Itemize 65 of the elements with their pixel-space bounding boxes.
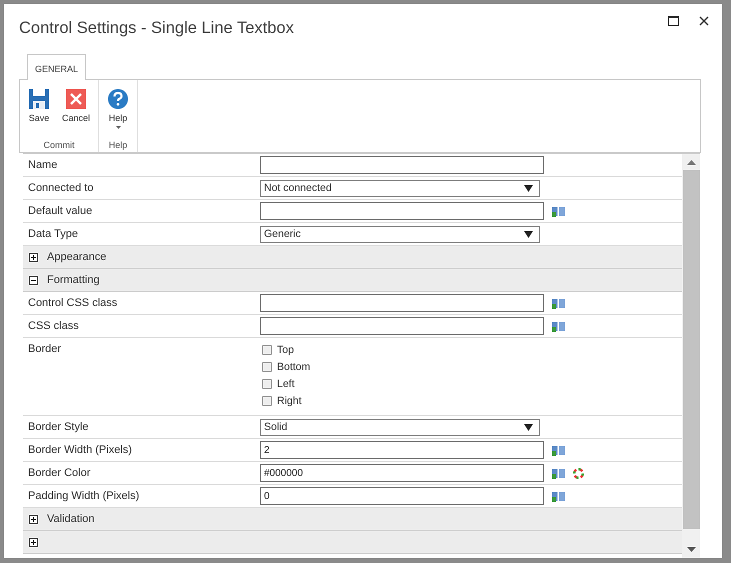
scrollbar[interactable] — [682, 154, 700, 558]
checkbox[interactable] — [262, 396, 272, 406]
section-title: Formatting — [47, 274, 100, 286]
window-title: Control Settings - Single Line Textbox — [19, 19, 295, 38]
group-label: Commit — [44, 140, 74, 152]
dropdown-field[interactable]: Not connected — [260, 180, 540, 196]
field-label: Border — [27, 342, 62, 357]
help-button[interactable]: Help — [103, 88, 134, 129]
group-label: Help — [108, 140, 128, 152]
field-label: Border Width (Pixels) — [27, 443, 133, 458]
field-label: CSS class — [27, 319, 80, 334]
dropdown-arrow-icon — [524, 230, 533, 238]
book-icon[interactable] — [552, 298, 565, 308]
checkbox[interactable] — [262, 379, 272, 389]
dropdown-arrow-icon — [524, 184, 533, 192]
text-field[interactable] — [260, 317, 544, 335]
expander-icon[interactable] — [29, 276, 38, 284]
maximize-icon[interactable] — [668, 16, 679, 26]
field-label: Connected to — [27, 181, 94, 196]
text-field[interactable] — [260, 294, 544, 312]
book-icon[interactable] — [552, 444, 565, 456]
help-icon — [107, 88, 130, 110]
text-field[interactable] — [260, 156, 544, 174]
text-field[interactable]: 0 — [260, 487, 544, 505]
save-button[interactable]: Save — [24, 88, 54, 123]
checkbox-option[interactable]: Bottom — [262, 360, 310, 374]
book-icon[interactable] — [552, 320, 565, 332]
cancel-icon — [65, 88, 87, 110]
book-icon[interactable] — [552, 490, 565, 502]
section-header[interactable]: Formatting — [23, 269, 682, 292]
caret-icon — [116, 126, 121, 129]
field-label: Border Color — [27, 466, 92, 481]
checkbox-option[interactable]: Right — [262, 394, 310, 408]
field-label: Border Style — [27, 420, 90, 435]
text-field[interactable]: #000000 — [260, 464, 544, 482]
color-wheel-icon[interactable] — [573, 468, 584, 478]
close-icon[interactable] — [699, 16, 709, 26]
field-label: Data Type — [27, 227, 79, 242]
book-icon[interactable] — [552, 468, 565, 478]
expander-icon[interactable] — [29, 514, 38, 524]
cancel-button[interactable]: Cancel — [58, 88, 94, 123]
book-icon[interactable] — [552, 206, 565, 216]
field-label: Default value — [27, 204, 94, 219]
text-field[interactable]: 2 — [260, 441, 544, 459]
expander-icon[interactable] — [29, 538, 38, 546]
dropdown-field[interactable]: Generic — [260, 226, 540, 242]
section-title: Validation — [47, 513, 94, 525]
scroll-thumb[interactable] — [682, 170, 700, 529]
text-field[interactable] — [260, 202, 544, 220]
scroll-up-icon[interactable] — [686, 160, 696, 165]
field-label: Name — [27, 158, 58, 173]
section-title: Appearance — [47, 251, 106, 263]
section-header[interactable]: Validation — [23, 508, 682, 531]
field-label: Control CSS class — [27, 296, 118, 311]
checkbox[interactable] — [262, 345, 272, 355]
dropdown-field[interactable]: Solid — [260, 418, 540, 436]
checkbox-option[interactable]: Top — [262, 343, 310, 357]
field-label: Padding Width (Pixels) — [27, 489, 140, 504]
expander-icon[interactable] — [29, 252, 38, 262]
ribbon-tab[interactable]: GENERAL — [27, 54, 86, 80]
dropdown-arrow-icon — [524, 424, 533, 430]
scroll-down-icon[interactable] — [686, 547, 696, 552]
section-header[interactable]: Appearance — [23, 246, 682, 269]
checkbox[interactable] — [262, 362, 272, 372]
checkbox-option[interactable]: Left — [262, 377, 310, 391]
